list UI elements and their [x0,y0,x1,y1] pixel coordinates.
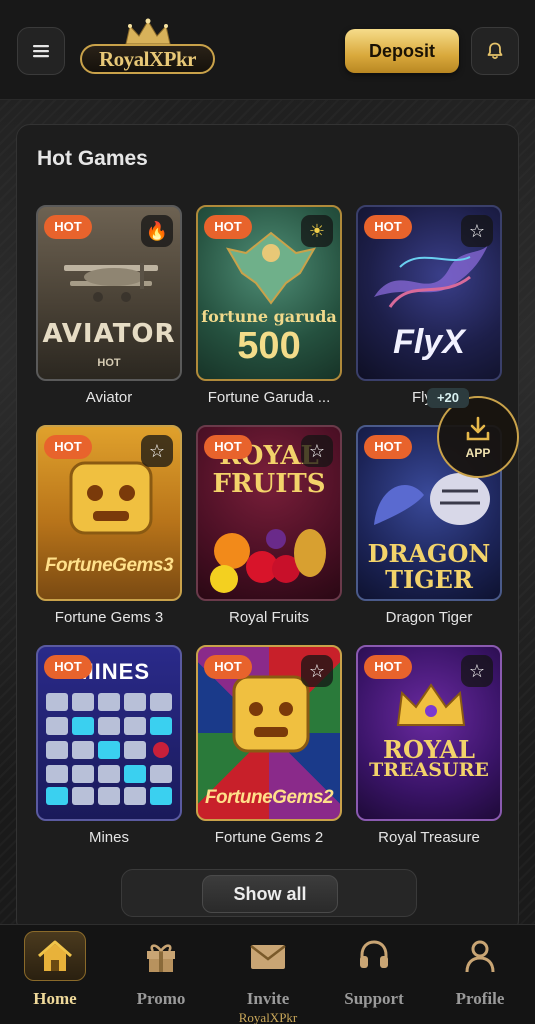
hot-games-panel: Hot Games AVIATOR HOT HOT 🔥 Aviator fort… [16,124,519,934]
game-card-fortune-gems-3[interactable]: FortuneGems3 HOT ☆ Fortune Gems 3 [36,425,182,626]
star-icon[interactable]: ☆ [461,655,493,687]
hot-badge: HOT [204,435,252,459]
show-all-button[interactable]: Show all [202,875,338,913]
game-art-subtitle: HOT [97,357,121,369]
game-card-mines[interactable]: MINES HOT Mines [36,645,182,846]
airplane-icon [64,263,158,302]
nav-label: Home [33,989,77,1008]
game-card-royal-fruits[interactable]: ROYAL FRUITS HOT ☆ Royal Fruits [196,425,342,626]
hot-badge: HOT [364,215,412,239]
hot-badge: HOT [364,435,412,459]
game-art-title: fortune garuda [201,307,337,326]
game-name: Fortune Gems 2 [214,829,324,846]
nav-promo[interactable]: Promo [111,931,211,1013]
hot-badge: HOT [204,655,252,679]
game-art-subtitle: 500 [237,325,301,367]
crown-icon [396,683,466,726]
deposit-button[interactable]: Deposit [345,29,459,73]
hot-badge: HOT [204,215,252,239]
game-thumbnail[interactable]: MINES HOT [36,645,182,821]
game-name: Dragon Tiger [385,609,473,626]
game-card-flyx[interactable]: FlyX HOT ☆ Fly [356,205,502,406]
nav-profile[interactable]: Profile [430,931,530,1013]
game-thumbnail[interactable]: AVIATOR HOT HOT 🔥 [36,205,182,381]
game-name: Aviator [85,389,133,406]
gift-icon [147,944,175,972]
game-name: Fortune Gems 3 [54,609,164,626]
footer-logo: RoyalXPkr [238,1010,298,1024]
game-name: Fortune Garuda ... [207,389,331,406]
sun-icon[interactable]: ☀ [301,215,333,247]
hot-badge: HOT [364,655,412,679]
game-art-subtitle: TIGER [385,565,473,594]
nav-label: Promo [136,989,186,1008]
envelope-icon [250,945,286,969]
game-art-subtitle: FRUITS [212,469,326,499]
star-icon[interactable]: ☆ [301,435,333,467]
app-count-badge: +20 [427,388,469,408]
phoenix-icon [374,245,488,308]
nav-label: Invite [246,989,290,1008]
star-icon[interactable]: ☆ [461,215,493,247]
game-card-aviator[interactable]: AVIATOR HOT HOT 🔥 Aviator [36,205,182,406]
hamburger-icon [33,45,49,58]
game-card-fortune-gems-2[interactable]: FortuneGems2 HOT ☆ Fortune Gems 2 [196,645,342,846]
game-thumbnail[interactable]: FlyX HOT ☆ [356,205,502,381]
star-icon[interactable]: ☆ [141,435,173,467]
game-name: Royal Fruits [228,609,310,626]
game-thumbnail[interactable]: ROYAL FRUITS HOT ☆ [196,425,342,601]
game-thumbnail[interactable]: ROYAL TREASURE HOT ☆ [356,645,502,821]
bell-icon [487,42,503,60]
game-thumbnail[interactable]: FortuneGems3 HOT ☆ [36,425,182,601]
game-thumbnail[interactable]: FortuneGems2 HOT ☆ [196,645,342,821]
fruits-icon [210,529,326,593]
game-art-title: DRAGON [367,539,491,568]
bottom-navigation: Home Promo Invite Support Profile [0,924,535,1024]
star-icon[interactable]: ☆ [301,655,333,687]
download-icon [466,416,490,440]
game-card-royal-treasure[interactable]: ROYAL TREASURE HOT ☆ Royal Treasure [356,645,502,846]
game-name: Mines [88,829,129,846]
mines-grid-icon [46,693,172,805]
hot-badge: HOT [44,215,92,239]
game-art-title: FlyX [393,323,465,361]
game-art-title: FortuneGems3 [44,555,174,576]
game-art-title: FortuneGems2 [204,787,334,808]
notifications-button[interactable] [471,27,519,75]
show-all-container: Show all [121,869,417,917]
nav-label: Profile [455,989,505,1008]
logo-text: RoyalXPkr [80,44,215,74]
hot-badge: HOT [44,435,92,459]
game-thumbnail[interactable]: fortune garuda 500 HOT ☀ [196,205,342,381]
home-icon [38,940,72,971]
flame-icon[interactable]: 🔥 [141,215,173,247]
nav-home[interactable]: Home [5,931,105,1013]
nav-label: Support [344,989,404,1008]
headset-icon [360,940,388,968]
game-art-subtitle: TREASURE [369,759,489,781]
user-icon [465,940,495,973]
nav-invite[interactable]: Invite [218,931,318,1013]
nav-support[interactable]: Support [324,931,424,1013]
app-download-button[interactable]: APP [437,396,519,478]
section-title: Hot Games [37,147,148,170]
menu-button[interactable] [17,27,65,75]
top-header: RoyalXPkr Deposit [0,0,535,100]
app-label: APP [465,445,491,460]
game-art-title: AVIATOR [42,319,176,349]
game-card-fortune-garuda[interactable]: fortune garuda 500 HOT ☀ Fortune Garuda … [196,205,342,406]
brand-logo[interactable]: RoyalXPkr [80,18,215,80]
game-name: Royal Treasure [378,829,480,846]
hot-badge: HOT [44,655,92,679]
